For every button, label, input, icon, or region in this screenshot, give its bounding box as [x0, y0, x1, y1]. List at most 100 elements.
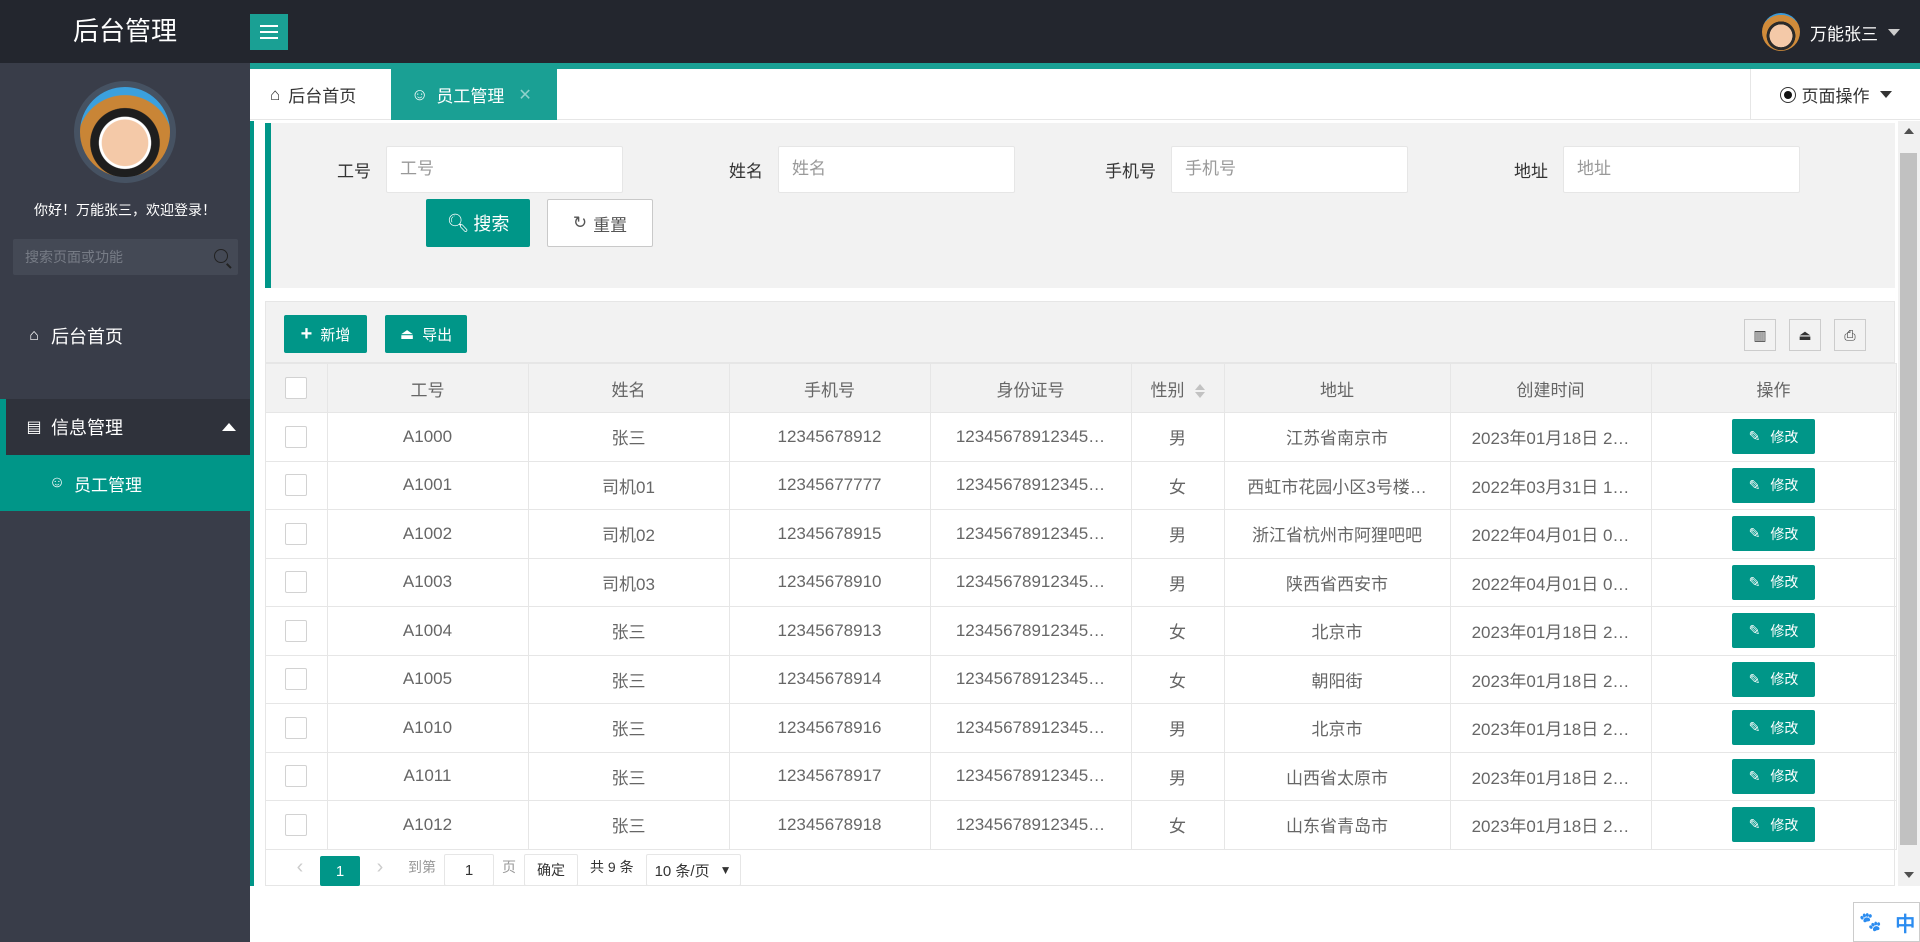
sidebar-item-staff-management[interactable]: ☺ 员工管理	[0, 455, 250, 511]
edit-button[interactable]: ✎ 修改	[1732, 661, 1815, 697]
print-icon[interactable]: ⎙	[1834, 319, 1866, 351]
address-input[interactable]	[1563, 145, 1800, 193]
edit-button-label: 修改	[1770, 622, 1799, 639]
edit-button[interactable]: ✎ 修改	[1732, 758, 1815, 794]
row-checkbox[interactable]	[285, 474, 308, 497]
reset-button[interactable]: ↻ 重置	[547, 199, 653, 247]
select-all-checkbox[interactable]	[285, 377, 308, 399]
export-button[interactable]: ⏏ 导出	[385, 315, 467, 353]
column-header[interactable]: 身份证号	[929, 363, 1132, 413]
cell-created: 2023年01月18日 2…	[1449, 606, 1652, 656]
pencil-icon: ✎	[1748, 816, 1761, 833]
edit-button[interactable]: ✎ 修改	[1732, 613, 1815, 649]
sidebar-item-home[interactable]: ⌂ 后台首页	[0, 308, 250, 364]
row-checkbox[interactable]	[285, 425, 308, 448]
cell-phone: 12345678918	[728, 800, 931, 850]
cell-id: A1005	[326, 654, 529, 704]
sidebar-item-label: 员工管理	[74, 475, 142, 495]
vertical-scrollbar[interactable]	[1898, 121, 1920, 886]
row-checkbox[interactable]	[285, 571, 308, 594]
add-button[interactable]: + 新增	[284, 315, 367, 353]
search-icon[interactable]	[214, 249, 228, 263]
user-menu[interactable]: 万能张三	[1762, 13, 1900, 51]
caret-down-icon	[1888, 28, 1900, 36]
employee-id-input[interactable]	[386, 145, 623, 193]
row-action-cell: ✎ 修改	[1650, 703, 1897, 753]
goto-page-input[interactable]	[444, 854, 494, 886]
cell-idcard: 12345678912345…	[929, 509, 1132, 559]
cell-address: 北京市	[1223, 606, 1451, 656]
sidebar-search-input[interactable]	[25, 249, 205, 265]
column-header: 操作	[1650, 363, 1897, 413]
row-checkbox[interactable]	[285, 668, 308, 691]
sidebar-item-info-management[interactable]: ▤ 信息管理	[0, 399, 250, 455]
edit-button[interactable]: ✎ 修改	[1732, 807, 1815, 843]
row-checkbox[interactable]	[285, 619, 308, 642]
next-page-icon[interactable]: ›	[360, 856, 400, 879]
ime-indicator[interactable]: 🐾︎ 中	[1853, 902, 1920, 942]
cell-name: 张三	[527, 751, 730, 801]
column-header[interactable]: 地址	[1223, 363, 1451, 413]
row-select-cell	[266, 703, 328, 753]
edit-button[interactable]: ✎ 修改	[1732, 710, 1815, 746]
table-row: A1010 张三 12345678916 12345678912345… 男北京市 202…	[266, 703, 1897, 753]
column-header[interactable]: 手机号	[728, 363, 931, 413]
page-operations-dropdown[interactable]: 页面操作	[1750, 69, 1920, 120]
column-header[interactable]: 工号	[326, 363, 529, 413]
sort-icon[interactable]	[1194, 384, 1205, 399]
columns-icon[interactable]: ▥	[1744, 319, 1776, 351]
field-label: 手机号	[1105, 161, 1156, 181]
cell-address: 山西省太原市	[1223, 751, 1451, 801]
content-left-rule	[250, 121, 254, 886]
name-input[interactable]	[778, 145, 1015, 193]
row-checkbox[interactable]	[285, 522, 308, 545]
tab-home[interactable]: ⌂ 后台首页	[250, 69, 391, 120]
export-icon[interactable]: ⏏	[1789, 319, 1821, 351]
cell-idcard: 12345678912345…	[929, 751, 1132, 801]
top-header: 后台管理 万能张三	[0, 0, 1920, 63]
pencil-icon: ✎	[1748, 767, 1761, 784]
search-button[interactable]: 🔍︎ 搜索	[426, 199, 530, 247]
cell-idcard: 12345678912345…	[929, 654, 1132, 704]
scroll-down-icon[interactable]	[1904, 872, 1914, 878]
edit-button[interactable]: ✎ 修改	[1732, 564, 1815, 600]
edit-button-label: 修改	[1770, 816, 1799, 833]
page-size-select[interactable]: 10 条/页 ▼	[645, 854, 741, 886]
cell-created: 2023年01月18日 2…	[1449, 412, 1652, 462]
pencil-icon: ✎	[1748, 428, 1761, 445]
row-checkbox[interactable]	[285, 765, 308, 788]
cell-created: 2022年04月01日 0…	[1449, 557, 1652, 607]
row-checkbox[interactable]	[285, 813, 308, 836]
menu-toggle-button[interactable]	[250, 14, 288, 50]
cell-created: 2022年04月01日 0…	[1449, 509, 1652, 559]
row-checkbox[interactable]	[285, 716, 308, 739]
goto-confirm-button[interactable]: 确定	[524, 854, 578, 886]
row-action-cell: ✎ 修改	[1650, 509, 1897, 559]
edit-button-label: 修改	[1770, 768, 1799, 785]
column-header[interactable]: 姓名	[527, 363, 730, 413]
goto-prefix: 到第	[408, 859, 436, 875]
phone-input[interactable]	[1171, 145, 1408, 193]
table-panel: + 新增 ⏏ 导出 ▥ ⏏ ⎙ 工号 姓名 手机号 身份证号 性别 地址 创建时…	[265, 301, 1897, 886]
home-icon: ⌂	[29, 327, 39, 344]
table-row: A1002 司机02 12345678915 12345678912345… 男浙江省杭…	[266, 509, 1897, 559]
sidebar: 你好！万能张三，欢迎登录！ ⌂ 后台首页 ▤ 信息管理 ☺ 员工管理	[0, 63, 250, 942]
edit-button[interactable]: ✎ 修改	[1732, 467, 1815, 503]
search-icon: 🔍︎	[446, 212, 470, 233]
edit-button-label: 修改	[1770, 574, 1799, 591]
prev-page-icon[interactable]: ‹	[280, 856, 320, 879]
close-icon[interactable]: ✕	[518, 85, 531, 105]
edit-button[interactable]: ✎ 修改	[1732, 419, 1815, 455]
user-icon: ☺	[411, 84, 429, 104]
scroll-up-icon[interactable]	[1904, 128, 1914, 134]
page-number-current[interactable]: 1	[320, 856, 360, 886]
cell-idcard: 12345678912345…	[929, 460, 1132, 510]
edit-button[interactable]: ✎ 修改	[1732, 516, 1815, 552]
column-header-gender[interactable]: 性别	[1130, 363, 1225, 413]
cell-address: 朝阳街	[1223, 654, 1451, 704]
tab-staff-management[interactable]: ☺ 员工管理 ✕	[391, 69, 557, 120]
scroll-thumb[interactable]	[1900, 153, 1917, 845]
row-action-cell: ✎ 修改	[1650, 412, 1897, 462]
edit-button-label: 修改	[1770, 477, 1799, 494]
column-header[interactable]: 创建时间	[1449, 363, 1652, 413]
